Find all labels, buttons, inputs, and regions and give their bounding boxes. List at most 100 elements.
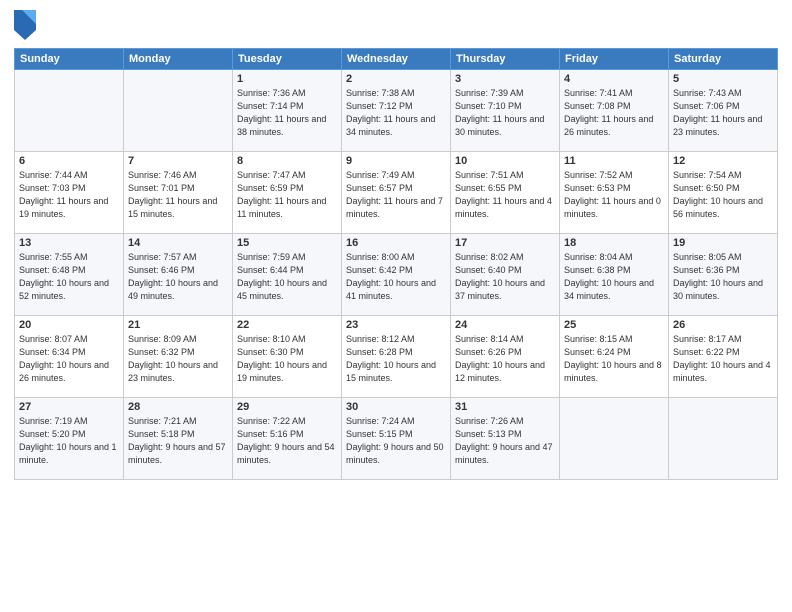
weekday-header: Saturday [669, 49, 778, 70]
calendar-cell: 19 Sunrise: 8:05 AM Sunset: 6:36 PM Dayli… [669, 234, 778, 316]
weekday-header: Thursday [451, 49, 560, 70]
day-number: 16 [346, 237, 446, 249]
calendar-cell: 21 Sunrise: 8:09 AM Sunset: 6:32 PM Dayli… [124, 316, 233, 398]
day-info: Sunrise: 7:39 AM Sunset: 7:10 PM Dayligh… [455, 87, 555, 139]
day-number: 15 [237, 237, 337, 249]
day-number: 28 [128, 401, 228, 413]
calendar-cell: 3 Sunrise: 7:39 AM Sunset: 7:10 PM Daylig… [451, 70, 560, 152]
calendar-cell: 11Sunrise: 7:52 AM Sunset: 6:53 PM Dayli… [560, 152, 669, 234]
weekday-header: Monday [124, 49, 233, 70]
day-number: 23 [346, 319, 446, 331]
calendar-week-row: 1Sunrise: 7:36 AM Sunset: 7:14 PM Daylig… [15, 70, 778, 152]
day-number: 8 [237, 155, 337, 167]
day-info: Sunrise: 7:43 AM Sunset: 7:06 PM Dayligh… [673, 87, 773, 139]
calendar-week-row: 20 Sunrise: 8:07 AM Sunset: 6:34 PM Dayli… [15, 316, 778, 398]
calendar-header-row: SundayMondayTuesdayWednesdayThursdayFrid… [15, 49, 778, 70]
day-info: Sunrise: 8:14 AM Sunset: 6:26 PM Dayligh… [455, 333, 555, 385]
calendar-cell: 18 Sunrise: 8:04 AM Sunset: 6:38 PM Dayli… [560, 234, 669, 316]
calendar-cell: 13 Sunrise: 7:55 AM Sunset: 6:48 PM Dayli… [15, 234, 124, 316]
day-info: Sunrise: 7:49 AM Sunset: 6:57 PM Dayligh… [346, 169, 446, 221]
day-number: 18 [564, 237, 664, 249]
day-number: 1 [237, 73, 337, 85]
day-number: 19 [673, 237, 773, 249]
calendar-cell: 23Sunrise: 8:12 AM Sunset: 6:28 PM Dayli… [342, 316, 451, 398]
calendar-cell: 14 Sunrise: 7:57 AM Sunset: 6:46 PM Dayli… [124, 234, 233, 316]
day-number: 21 [128, 319, 228, 331]
weekday-header: Wednesday [342, 49, 451, 70]
calendar-cell: 9Sunrise: 7:49 AM Sunset: 6:57 PM Daylig… [342, 152, 451, 234]
day-info: Sunrise: 7:41 AM Sunset: 7:08 PM Dayligh… [564, 87, 664, 139]
calendar-cell: 29Sunrise: 7:22 AM Sunset: 5:16 PM Dayli… [233, 398, 342, 480]
day-info: Sunrise: 7:44 AM Sunset: 7:03 PM Dayligh… [19, 169, 119, 221]
day-info: Sunrise: 7:57 AM Sunset: 6:46 PM Dayligh… [128, 251, 228, 303]
calendar-cell: 1Sunrise: 7:36 AM Sunset: 7:14 PM Daylig… [233, 70, 342, 152]
calendar-cell: 8 Sunrise: 7:47 AM Sunset: 6:59 PM Daylig… [233, 152, 342, 234]
day-number: 2 [346, 73, 446, 85]
header [14, 10, 778, 40]
day-number: 27 [19, 401, 119, 413]
calendar-cell: 6 Sunrise: 7:44 AM Sunset: 7:03 PM Daylig… [15, 152, 124, 234]
calendar-table: SundayMondayTuesdayWednesdayThursdayFrid… [14, 48, 778, 480]
calendar-week-row: 27 Sunrise: 7:19 AM Sunset: 5:20 PM Dayli… [15, 398, 778, 480]
day-info: Sunrise: 7:54 AM Sunset: 6:50 PM Dayligh… [673, 169, 773, 221]
day-number: 14 [128, 237, 228, 249]
day-info: Sunrise: 8:15 AM Sunset: 6:24 PM Dayligh… [564, 333, 664, 385]
day-info: Sunrise: 8:09 AM Sunset: 6:32 PM Dayligh… [128, 333, 228, 385]
day-info: Sunrise: 7:21 AM Sunset: 5:18 PM Dayligh… [128, 415, 228, 467]
logo [14, 10, 40, 40]
day-info: Sunrise: 8:10 AM Sunset: 6:30 PM Dayligh… [237, 333, 337, 385]
calendar-cell: 28 Sunrise: 7:21 AM Sunset: 5:18 PM Dayli… [124, 398, 233, 480]
calendar-cell: 16 Sunrise: 8:00 AM Sunset: 6:42 PM Dayli… [342, 234, 451, 316]
calendar-cell: 15 Sunrise: 7:59 AM Sunset: 6:44 PM Dayli… [233, 234, 342, 316]
day-number: 22 [237, 319, 337, 331]
logo-icon [14, 10, 36, 40]
day-info: Sunrise: 8:05 AM Sunset: 6:36 PM Dayligh… [673, 251, 773, 303]
calendar-cell: 17 Sunrise: 8:02 AM Sunset: 6:40 PM Dayli… [451, 234, 560, 316]
day-number: 6 [19, 155, 119, 167]
day-info: Sunrise: 7:19 AM Sunset: 5:20 PM Dayligh… [19, 415, 119, 467]
calendar-cell: 10Sunrise: 7:51 AM Sunset: 6:55 PM Dayli… [451, 152, 560, 234]
day-info: Sunrise: 8:17 AM Sunset: 6:22 PM Dayligh… [673, 333, 773, 385]
day-info: Sunrise: 8:02 AM Sunset: 6:40 PM Dayligh… [455, 251, 555, 303]
day-info: Sunrise: 7:55 AM Sunset: 6:48 PM Dayligh… [19, 251, 119, 303]
weekday-header: Sunday [15, 49, 124, 70]
page: SundayMondayTuesdayWednesdayThursdayFrid… [0, 0, 792, 612]
day-number: 20 [19, 319, 119, 331]
calendar-cell: 2Sunrise: 7:38 AM Sunset: 7:12 PM Daylig… [342, 70, 451, 152]
calendar-cell: 24Sunrise: 8:14 AM Sunset: 6:26 PM Dayli… [451, 316, 560, 398]
calendar-week-row: 13 Sunrise: 7:55 AM Sunset: 6:48 PM Dayli… [15, 234, 778, 316]
day-number: 12 [673, 155, 773, 167]
day-number: 4 [564, 73, 664, 85]
calendar-cell: 27 Sunrise: 7:19 AM Sunset: 5:20 PM Dayli… [15, 398, 124, 480]
day-number: 5 [673, 73, 773, 85]
day-number: 3 [455, 73, 555, 85]
day-number: 26 [673, 319, 773, 331]
day-info: Sunrise: 8:00 AM Sunset: 6:42 PM Dayligh… [346, 251, 446, 303]
day-info: Sunrise: 8:04 AM Sunset: 6:38 PM Dayligh… [564, 251, 664, 303]
calendar-cell: 26 Sunrise: 8:17 AM Sunset: 6:22 PM Dayli… [669, 316, 778, 398]
day-info: Sunrise: 7:52 AM Sunset: 6:53 PM Dayligh… [564, 169, 664, 221]
weekday-header: Tuesday [233, 49, 342, 70]
calendar-cell [15, 70, 124, 152]
calendar-cell: 25 Sunrise: 8:15 AM Sunset: 6:24 PM Dayli… [560, 316, 669, 398]
calendar-cell [560, 398, 669, 480]
day-info: Sunrise: 7:59 AM Sunset: 6:44 PM Dayligh… [237, 251, 337, 303]
calendar-cell: 20 Sunrise: 8:07 AM Sunset: 6:34 PM Dayli… [15, 316, 124, 398]
day-info: Sunrise: 7:46 AM Sunset: 7:01 PM Dayligh… [128, 169, 228, 221]
calendar-week-row: 6 Sunrise: 7:44 AM Sunset: 7:03 PM Daylig… [15, 152, 778, 234]
calendar-cell: 7 Sunrise: 7:46 AM Sunset: 7:01 PM Daylig… [124, 152, 233, 234]
day-number: 17 [455, 237, 555, 249]
day-number: 13 [19, 237, 119, 249]
day-number: 29 [237, 401, 337, 413]
day-number: 30 [346, 401, 446, 413]
day-number: 25 [564, 319, 664, 331]
calendar-cell: 31 Sunrise: 7:26 AM Sunset: 5:13 PM Dayli… [451, 398, 560, 480]
day-number: 31 [455, 401, 555, 413]
weekday-header: Friday [560, 49, 669, 70]
calendar-cell: 12 Sunrise: 7:54 AM Sunset: 6:50 PM Dayli… [669, 152, 778, 234]
day-number: 7 [128, 155, 228, 167]
day-info: Sunrise: 8:07 AM Sunset: 6:34 PM Dayligh… [19, 333, 119, 385]
day-info: Sunrise: 7:26 AM Sunset: 5:13 PM Dayligh… [455, 415, 555, 467]
day-info: Sunrise: 7:47 AM Sunset: 6:59 PM Dayligh… [237, 169, 337, 221]
calendar-cell: 4 Sunrise: 7:41 AM Sunset: 7:08 PM Daylig… [560, 70, 669, 152]
